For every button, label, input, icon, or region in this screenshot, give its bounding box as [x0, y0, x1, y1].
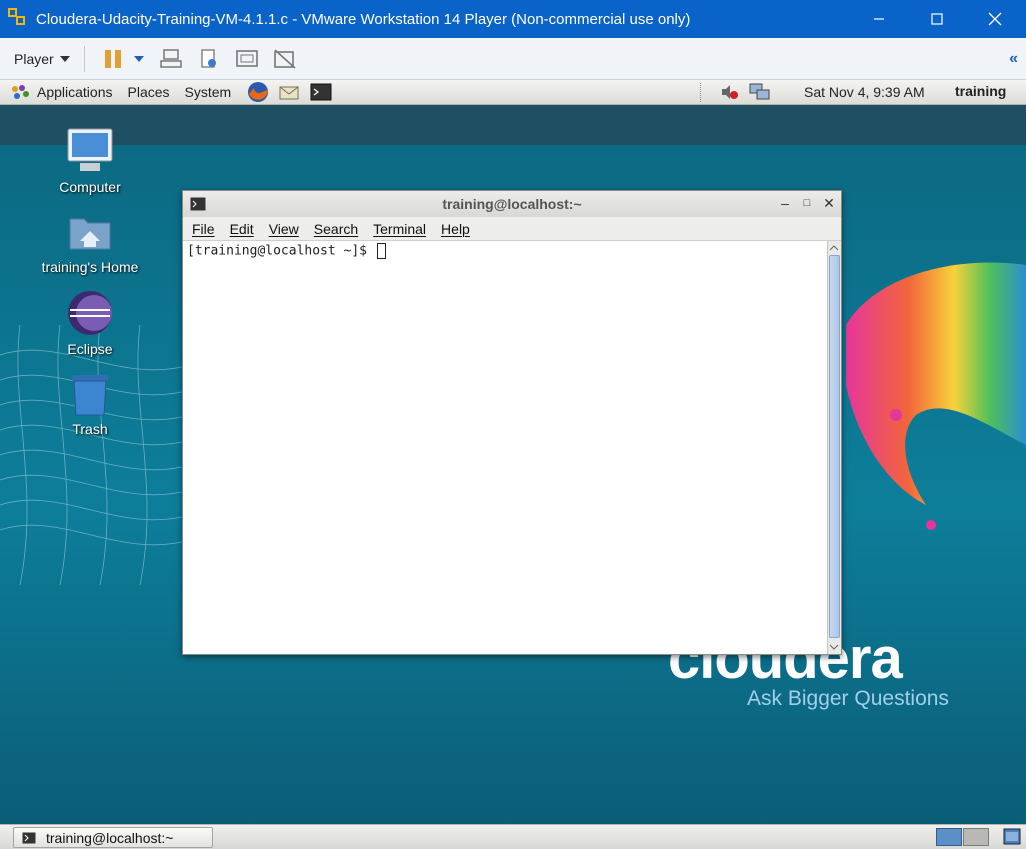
toolbar-separator — [83, 45, 85, 72]
terminal-titlebar[interactable]: training@localhost:~ – □ ✕ — [183, 191, 841, 217]
fullscreen-icon[interactable] — [233, 45, 261, 73]
vmware-app-icon — [8, 8, 30, 30]
pause-icon[interactable] — [99, 45, 127, 73]
terminal-close-icon[interactable]: ✕ — [821, 195, 837, 212]
menu-help[interactable]: Help — [441, 221, 470, 237]
desktop-icon-label: training's Home — [41, 259, 139, 275]
home-folder-icon — [66, 211, 114, 255]
terminal-icon[interactable] — [310, 82, 332, 102]
desktop-icon-computer[interactable]: Computer — [30, 127, 150, 195]
panel-clock[interactable]: Sat Nov 4, 9:39 AM — [804, 84, 925, 100]
places-menu[interactable]: Places — [128, 84, 170, 100]
taskbar-button-label: training@localhost:~ — [46, 829, 174, 846]
terminal-cursor — [376, 243, 386, 259]
host-window-title: Cloudera-Udacity-Training-VM-4.1.1.c - V… — [36, 10, 691, 28]
scrollbar-thumb[interactable] — [829, 255, 840, 638]
paint-splash-decoration — [846, 262, 1026, 530]
menu-view[interactable]: View — [269, 221, 299, 237]
cloudera-tagline: Ask Bigger Questions — [747, 687, 949, 710]
desktop-icon-eclipse[interactable]: Eclipse — [30, 289, 150, 357]
desktop-icon-label: Computer — [59, 179, 121, 195]
close-icon[interactable] — [966, 0, 1024, 38]
trash-icon — [66, 371, 114, 417]
workspace-2[interactable] — [963, 828, 989, 846]
menu-terminal[interactable]: Terminal — [373, 221, 426, 237]
terminal-minimize-icon[interactable]: – — [777, 195, 793, 211]
volume-muted-icon[interactable] — [719, 82, 741, 102]
network-icon[interactable] — [748, 81, 772, 103]
menu-edit[interactable]: Edit — [230, 221, 254, 237]
desktop-icon-label: Trash — [72, 421, 108, 437]
scroll-down-arrow-icon[interactable] — [828, 642, 840, 652]
system-menu[interactable]: System — [185, 84, 232, 100]
collapse-toolbar-icon[interactable]: « — [1009, 50, 1018, 68]
player-menu-button[interactable]: Player — [14, 51, 70, 67]
applications-menu[interactable]: Applications — [37, 84, 113, 100]
desktop-icon-label: Eclipse — [67, 341, 113, 357]
computer-icon — [66, 127, 114, 175]
mail-icon[interactable] — [278, 81, 302, 103]
terminal-menubar: File Edit View Search Terminal Help — [183, 217, 841, 241]
eclipse-icon — [66, 289, 114, 337]
terminal-maximize-icon[interactable]: □ — [799, 197, 815, 209]
gnome-top-panel: Applications Places System Sat Nov 4, 9:… — [0, 80, 1026, 105]
menu-file[interactable]: File — [192, 221, 215, 237]
panel-user-name[interactable]: training — [955, 83, 1006, 99]
menu-search[interactable]: Search — [314, 221, 358, 237]
taskbar-terminal-button[interactable]: training@localhost:~ — [13, 827, 213, 848]
terminal-scrollbar[interactable] — [827, 241, 841, 654]
host-titlebar: Cloudera-Udacity-Training-VM-4.1.1.c - V… — [0, 0, 1026, 38]
terminal-output[interactable]: [training@localhost ~]$ — [183, 241, 827, 654]
terminal-icon — [22, 832, 36, 843]
show-desktop-icon[interactable] — [1003, 828, 1021, 846]
workspace-1[interactable] — [936, 828, 962, 846]
wave-mesh-decoration — [0, 325, 190, 585]
pause-dropdown-icon[interactable] — [131, 45, 147, 73]
send-ctrl-alt-del-icon[interactable] — [157, 45, 185, 73]
terminal-window[interactable]: training@localhost:~ – □ ✕ File Edit Vie… — [182, 190, 842, 655]
desktop-icon-trash[interactable]: Trash — [30, 371, 150, 437]
gnome-foot-icon — [12, 85, 29, 99]
gnome-bottom-panel: training@localhost:~ — [0, 824, 1026, 849]
panel-handle — [700, 83, 702, 102]
player-menu-label: Player — [14, 50, 54, 67]
maximize-icon[interactable] — [908, 0, 966, 38]
removable-devices-icon[interactable] — [195, 45, 223, 73]
unity-icon[interactable] — [271, 45, 299, 73]
terminal-prompt: [training@localhost ~]$ — [187, 243, 375, 259]
terminal-title: training@localhost:~ — [442, 196, 582, 212]
minimize-icon[interactable] — [850, 0, 908, 38]
scroll-up-arrow-icon[interactable] — [828, 243, 840, 253]
vmware-toolbar: Player « — [0, 38, 1026, 80]
firefox-icon[interactable] — [246, 80, 270, 104]
dropdown-arrow-icon — [59, 55, 70, 62]
desktop-icon-home[interactable]: training's Home — [30, 211, 150, 275]
